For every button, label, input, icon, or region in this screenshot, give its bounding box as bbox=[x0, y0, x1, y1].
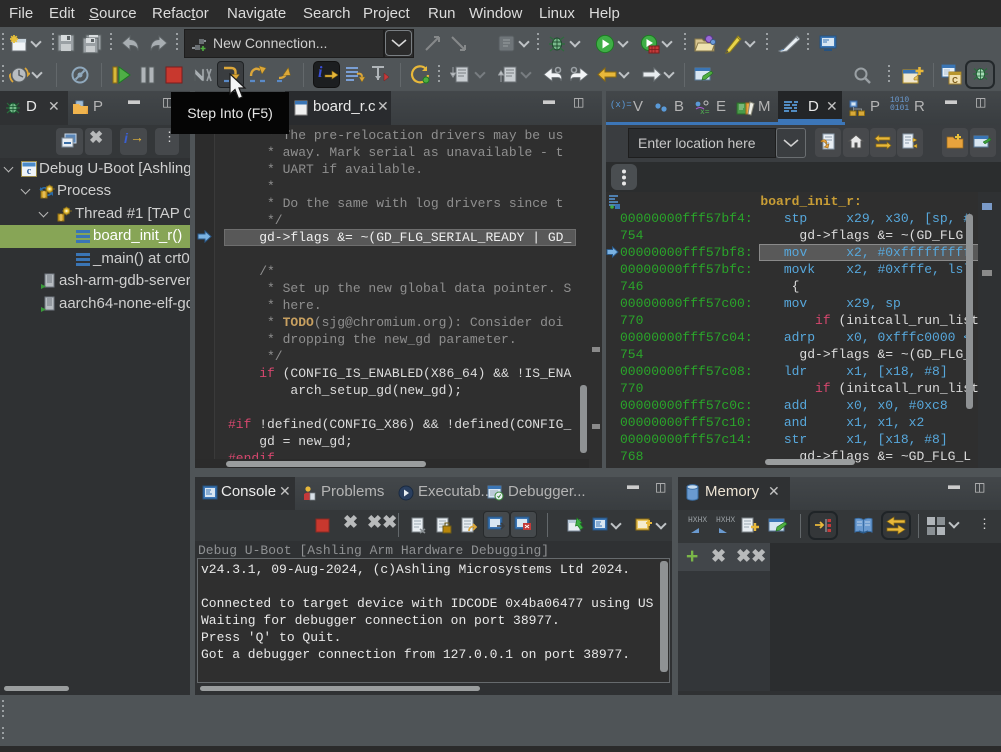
svg-text:c: c bbox=[27, 166, 32, 177]
svg-text:x=: x= bbox=[700, 108, 710, 115]
svg-text:C: C bbox=[952, 76, 958, 85]
